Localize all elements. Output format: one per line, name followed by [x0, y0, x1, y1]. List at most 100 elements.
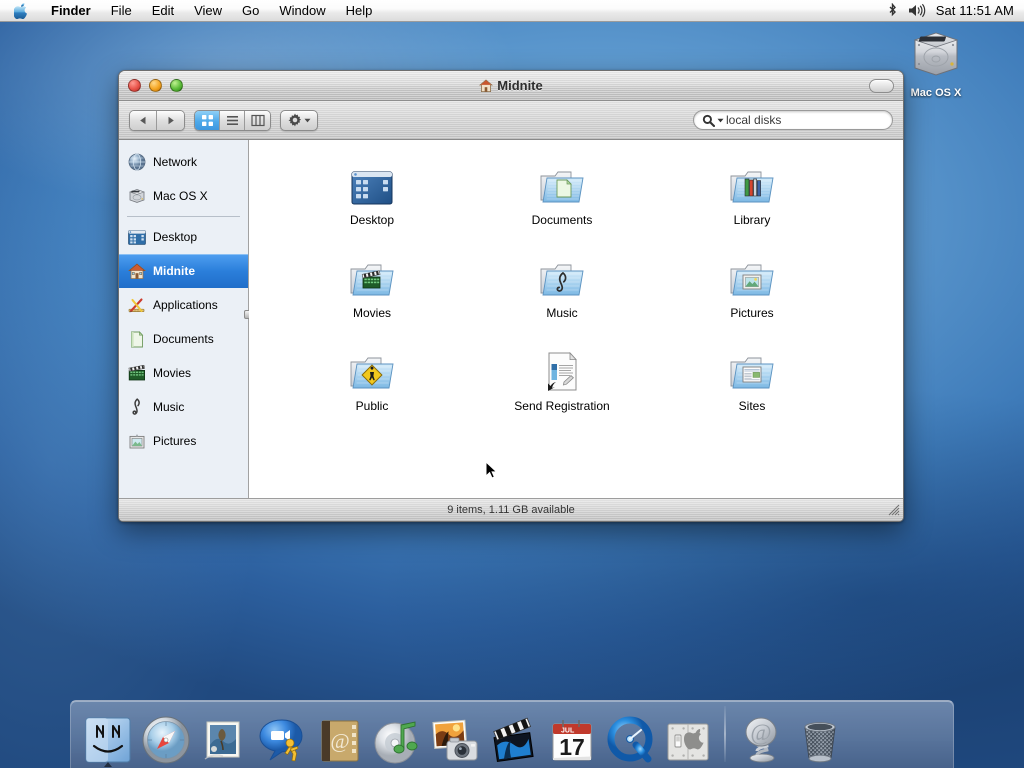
menu-item-go[interactable]: Go [232, 2, 269, 20]
documents-folder-icon [537, 158, 587, 208]
file-item-documents[interactable]: Documents [467, 158, 657, 227]
file-item-library[interactable]: Library [657, 158, 847, 227]
file-item-sites[interactable]: Sites [657, 344, 847, 413]
sidebar-item-midnite[interactable]: Midnite [119, 254, 248, 288]
menu-item-help[interactable]: Help [336, 2, 383, 20]
file-item-music[interactable]: Music [467, 251, 657, 320]
search-input[interactable]: local disks [693, 110, 893, 130]
search-scope-chevron-icon[interactable] [717, 118, 724, 123]
column-view-button[interactable] [245, 111, 270, 130]
finder-window[interactable]: Midnite [118, 70, 904, 522]
running-indicator [104, 762, 112, 767]
dock-item-address-book[interactable]: @ [311, 703, 369, 765]
dock-item-itunes[interactable] [369, 703, 427, 765]
toolbar-toggle-button[interactable] [869, 79, 894, 93]
file-item-pictures[interactable]: Pictures [657, 251, 847, 320]
action-gear-menu[interactable] [280, 110, 318, 131]
sidebar-item-documents[interactable]: Documents [119, 322, 248, 356]
system-preferences-icon [664, 719, 712, 765]
imovie-clapper-icon [488, 717, 540, 765]
hard-disk-icon [128, 187, 146, 205]
sidebar-label: Pictures [153, 434, 196, 448]
file-list-area[interactable]: Desktop [249, 140, 903, 498]
search-magnifier-icon [702, 114, 715, 127]
sidebar-item-movies[interactable]: Movies [119, 356, 248, 390]
window-title: Midnite [119, 78, 903, 93]
file-item-public[interactable]: Public [277, 344, 467, 413]
menu-item-finder[interactable]: Finder [41, 2, 101, 20]
safari-compass-icon [141, 715, 191, 765]
dock-divider [724, 706, 726, 762]
ical-day-text: 17 [559, 734, 585, 760]
list-view-button[interactable] [220, 111, 245, 130]
dock-item-dotmac[interactable]: @ [733, 703, 791, 765]
view-mode-switcher [194, 110, 271, 131]
window-body: Network Mac OS X [119, 140, 903, 498]
applications-icon [128, 296, 146, 314]
file-item-send-registration[interactable]: Send Registration [467, 344, 657, 413]
itunes-cd-icon [373, 717, 423, 765]
zoom-button[interactable] [170, 79, 183, 92]
library-folder-icon [727, 158, 777, 208]
file-item-movies[interactable]: Movies [277, 251, 467, 320]
dock-item-ical[interactable]: JUL 17 [543, 703, 601, 765]
apple-logo-icon[interactable] [0, 2, 41, 19]
dock-item-imovie[interactable] [485, 703, 543, 765]
file-name: Send Registration [514, 399, 609, 413]
file-name: Sites [739, 399, 766, 413]
dock-item-iphoto[interactable] [427, 703, 485, 765]
window-titlebar[interactable]: Midnite [119, 71, 903, 101]
menu-item-edit[interactable]: Edit [142, 2, 184, 20]
svg-text:@: @ [330, 729, 349, 753]
dock-item-finder[interactable] [79, 703, 137, 765]
icon-view-button[interactable] [195, 111, 220, 130]
volume-icon[interactable] [908, 3, 926, 18]
dock-item-ichat[interactable] [253, 703, 311, 765]
menu-item-window[interactable]: Window [269, 2, 335, 20]
sidebar-label: Movies [153, 366, 191, 380]
disk-label: Mac OS X [905, 87, 967, 99]
menu-item-file[interactable]: File [101, 2, 142, 20]
minimize-button[interactable] [149, 79, 162, 92]
forward-button[interactable] [157, 111, 184, 130]
pictures-folder-icon [727, 251, 777, 301]
document-alias-icon [540, 344, 584, 394]
sidebar-item-network[interactable]: Network [119, 145, 248, 179]
mail-stamp-icon [199, 715, 249, 765]
sidebar-item-desktop[interactable]: Desktop [119, 220, 248, 254]
sidebar: Network Mac OS X [119, 140, 249, 498]
search-scope-text: local disks [726, 113, 781, 127]
status-bar: 9 items, 1.11 GB available [119, 498, 903, 521]
mouse-cursor [485, 461, 498, 485]
menu-item-view[interactable]: View [184, 2, 232, 20]
close-button[interactable] [128, 79, 141, 92]
music-note-icon [128, 398, 146, 416]
file-name: Music [546, 306, 577, 320]
dock-item-safari[interactable] [137, 703, 195, 765]
file-item-desktop[interactable]: Desktop [277, 158, 467, 227]
sidebar-item-pictures[interactable]: Pictures [119, 424, 248, 458]
sidebar-item-music[interactable]: Music [119, 390, 248, 424]
dock-item-trash[interactable] [791, 703, 849, 765]
dock-item-quicktime[interactable] [601, 703, 659, 765]
dock-item-system-preferences[interactable] [659, 703, 717, 765]
home-folder-icon [479, 79, 493, 93]
menu-bar-clock[interactable]: Sat 11:51 AM [936, 3, 1014, 18]
chevron-down-icon [304, 118, 311, 123]
dotmac-at-icon: @ [738, 715, 786, 765]
sidebar-item-mac-os-x[interactable]: Mac OS X [119, 179, 248, 213]
desktop-icon [128, 228, 146, 246]
sidebar-item-applications[interactable]: Applications [119, 288, 248, 322]
iphoto-camera-icon [429, 717, 483, 765]
bluetooth-icon[interactable] [887, 3, 898, 18]
window-title-text: Midnite [497, 78, 543, 93]
sidebar-label: Applications [153, 298, 218, 312]
dock-item-mail[interactable] [195, 703, 253, 765]
menu-bar: Finder File Edit View Go Window Help [0, 0, 1024, 22]
window-controls [119, 79, 183, 92]
home-icon [128, 262, 146, 280]
sidebar-label: Desktop [153, 230, 197, 244]
back-button[interactable] [130, 111, 157, 130]
desktop-disk-icon[interactable]: Mac OS X [905, 28, 967, 99]
resize-grip[interactable] [886, 502, 900, 519]
